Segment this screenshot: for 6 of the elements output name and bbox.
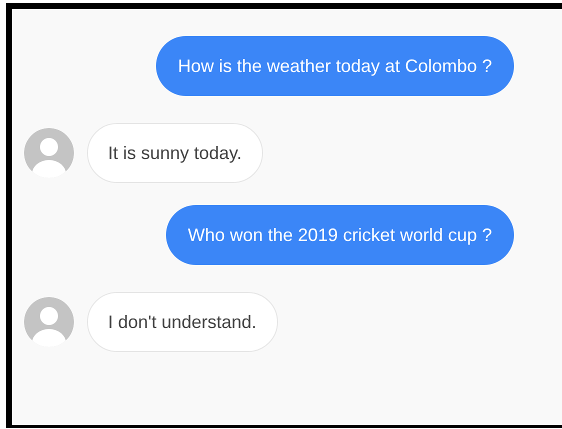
bot-message: It is sunny today. [87, 123, 263, 183]
bot-message: I don't understand. [87, 292, 278, 352]
user-message: Who won the 2019 cricket world cup ? [166, 205, 514, 265]
user-message: How is the weather today at Colombo ? [156, 36, 514, 96]
avatar-icon [24, 128, 74, 178]
avatar-icon [24, 297, 74, 347]
